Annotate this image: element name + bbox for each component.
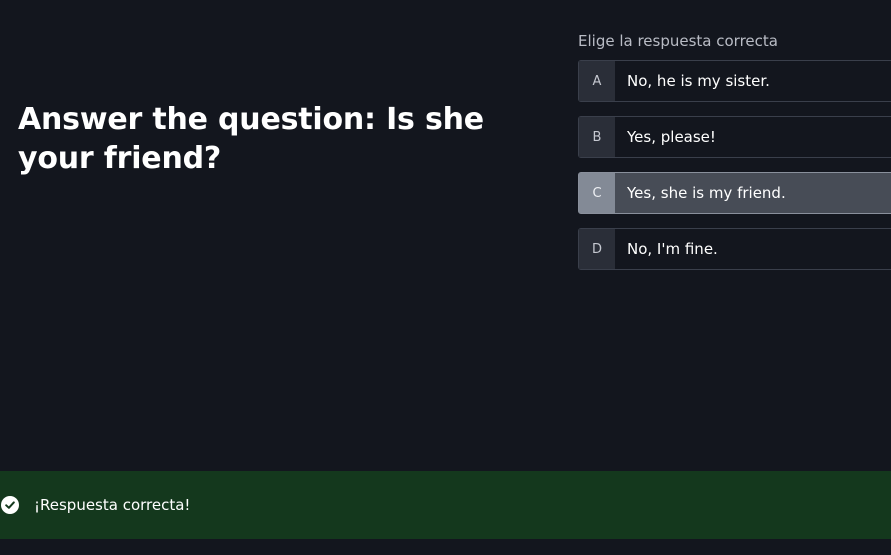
answer-option-c[interactable]: C Yes, she is my friend. [578, 172, 891, 214]
answer-option-a[interactable]: A No, he is my sister. [578, 60, 891, 102]
option-label: Yes, please! [627, 128, 716, 146]
answer-prompt: Elige la respuesta correcta [578, 32, 778, 50]
option-key: C [579, 173, 615, 213]
option-label: No, I'm fine. [627, 240, 718, 258]
quiz-screen: Answer the question: Is she your friend?… [0, 0, 891, 555]
answer-option-b[interactable]: B Yes, please! [578, 116, 891, 158]
option-label: Yes, she is my friend. [627, 184, 786, 202]
option-key: B [579, 117, 615, 157]
feedback-banner: ¡Respuesta correcta! [0, 471, 891, 539]
option-label: No, he is my sister. [627, 72, 770, 90]
option-key: D [579, 229, 615, 269]
check-circle-icon [1, 496, 19, 514]
answer-options: A No, he is my sister. B Yes, please! C … [578, 60, 891, 284]
feedback-message: ¡Respuesta correcta! [34, 496, 191, 514]
option-key: A [579, 61, 615, 101]
answer-option-d[interactable]: D No, I'm fine. [578, 228, 891, 270]
question-title: Answer the question: Is she your friend? [18, 102, 484, 176]
